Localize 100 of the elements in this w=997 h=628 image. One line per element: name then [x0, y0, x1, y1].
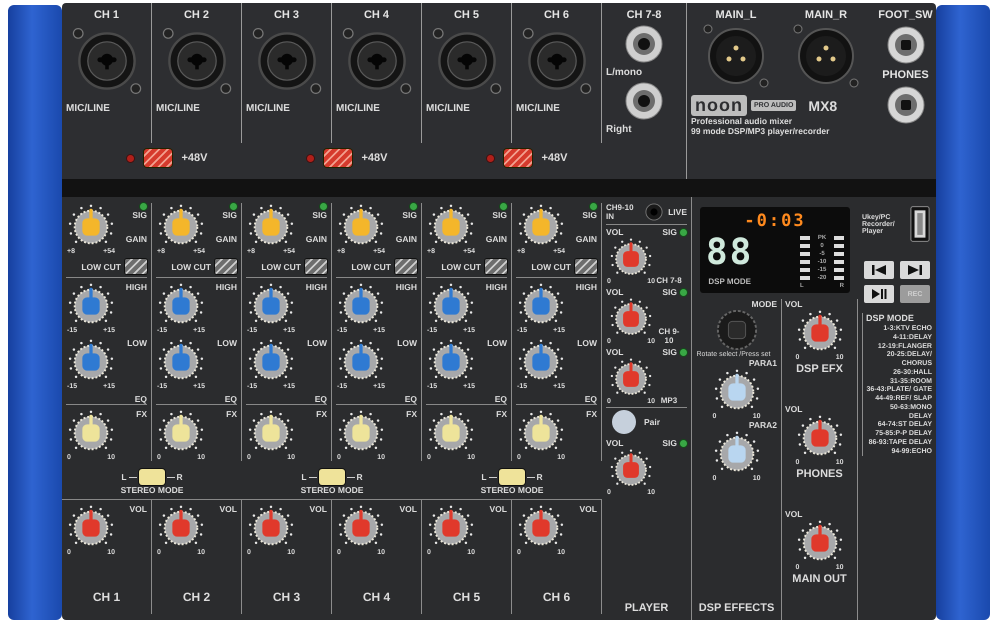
input-label: LIVE — [668, 207, 687, 217]
knob-label: LOW — [217, 338, 237, 348]
jack-label: MIC/LINE — [426, 103, 470, 114]
channel-name: CH 2 — [182, 590, 212, 606]
channel-label: CH 7-8 — [626, 9, 662, 21]
model-name: MX8 — [808, 98, 838, 114]
mode-number: 88 — [706, 235, 754, 271]
switch-label: R — [356, 472, 363, 482]
meter-segment — [834, 260, 844, 264]
switch-label: R — [176, 472, 183, 482]
knob-label: PARA1 — [748, 358, 777, 368]
knob-label: SIG — [662, 287, 677, 297]
knob-label: MODE — [752, 299, 777, 309]
knob-label: VOL — [785, 299, 802, 309]
knob-label: SIG — [662, 347, 677, 357]
channel-name: CH 5 — [452, 590, 482, 606]
stereo-mode-switch[interactable] — [318, 469, 345, 485]
round-button[interactable] — [612, 410, 636, 434]
signal-led — [230, 203, 237, 210]
output-label: MAIN_L — [716, 9, 756, 21]
section-label: EQ — [66, 394, 147, 405]
low-cut-switch[interactable] — [575, 259, 597, 274]
low-cut-switch[interactable] — [395, 259, 417, 274]
phantom-label: +48V — [182, 152, 208, 164]
knob-label: FX — [586, 409, 597, 419]
signal-led — [680, 228, 687, 236]
meter-segment — [800, 276, 810, 280]
section-label: EQ — [516, 394, 597, 405]
stereo-mode-switch[interactable] — [138, 469, 165, 485]
switch-label: LOW CUT — [81, 262, 121, 272]
meter-segment — [800, 268, 810, 272]
knob-label: VOL — [130, 504, 147, 514]
jack-label: MIC/LINE — [246, 103, 290, 114]
jack-socket — [886, 25, 926, 65]
combo-jack — [520, 25, 592, 97]
switch-label: STEREO MODE — [300, 485, 364, 495]
channel-label: CH 2 — [184, 9, 210, 21]
knob-label: GAIN — [576, 234, 597, 244]
signal-led — [680, 440, 687, 446]
phantom-power-switch[interactable] — [324, 149, 352, 167]
section-title: DSP EFFECTS — [698, 602, 774, 614]
low-cut-switch[interactable] — [305, 259, 327, 274]
previous-track-button[interactable] — [864, 261, 894, 279]
rotary-encoder[interactable] — [716, 309, 758, 351]
knob-label: SIG — [132, 210, 147, 220]
jack-socket — [624, 81, 664, 121]
time-readout: -0:03 — [744, 211, 806, 231]
signal-led — [410, 203, 417, 210]
meter-segment — [800, 260, 810, 264]
meter-segment — [834, 268, 844, 272]
low-cut-switch[interactable] — [485, 259, 507, 274]
knob-label: FX — [496, 409, 507, 419]
skip-back-icon — [871, 265, 887, 275]
knob-label: PARA2 — [748, 420, 777, 430]
low-cut-switch[interactable] — [125, 259, 147, 274]
channel-label: CH 6 — [544, 9, 570, 21]
knob-label: VOL — [580, 504, 597, 514]
section-label: EQ — [156, 394, 237, 405]
play-pause-button[interactable] — [864, 285, 894, 303]
knob-label: SIG — [582, 210, 597, 220]
low-cut-switch[interactable] — [215, 259, 237, 274]
display-label: DSP MODE — [708, 277, 751, 286]
list-title: DSP MODE — [866, 313, 914, 323]
knob-label: HIGH — [126, 282, 147, 292]
indicator-led — [306, 154, 314, 162]
knob-label: HIGH — [306, 282, 327, 292]
knob-label: SIG — [492, 210, 507, 220]
output-label: MAIN_R — [804, 9, 848, 21]
switch-label: L — [121, 472, 127, 482]
knob-label: SIG — [402, 210, 417, 220]
stereo-mode-switch[interactable] — [498, 469, 525, 485]
knob-label: VOL — [785, 404, 802, 414]
channel-label: CH 4 — [364, 9, 390, 21]
signal-led — [590, 203, 597, 210]
jack-socket — [624, 24, 664, 64]
phantom-power-switch[interactable] — [504, 149, 532, 167]
channel-name: CH 6 — [542, 590, 572, 606]
section-label: EQ — [246, 394, 327, 405]
channel-name: CH 4 — [362, 590, 392, 606]
knob-label: FX — [316, 409, 327, 419]
input-name: CH 9-10 — [658, 327, 680, 345]
combo-jack — [430, 25, 502, 97]
tagline: Professional audio mixer — [691, 116, 794, 126]
knob-label: SIG — [222, 210, 237, 220]
knob-label: HIGH — [396, 282, 417, 292]
switch-label: L — [481, 472, 487, 482]
indicator-led — [126, 154, 134, 162]
section-title: PHONES — [796, 468, 843, 480]
indicator-led — [486, 154, 494, 162]
signal-led — [680, 348, 687, 356]
jack-label: MIC/LINE — [336, 103, 380, 114]
jack-label: MIC/LINE — [516, 103, 560, 114]
phantom-label: +48V — [542, 152, 568, 164]
switch-label: R — [536, 472, 543, 482]
section-title: DSP EFX — [796, 363, 843, 375]
next-track-button[interactable] — [900, 261, 930, 279]
phantom-power-switch[interactable] — [144, 149, 172, 167]
brand-logo: noon — [691, 95, 747, 116]
signal-led — [680, 288, 687, 296]
knob-label: VOL — [785, 509, 802, 519]
